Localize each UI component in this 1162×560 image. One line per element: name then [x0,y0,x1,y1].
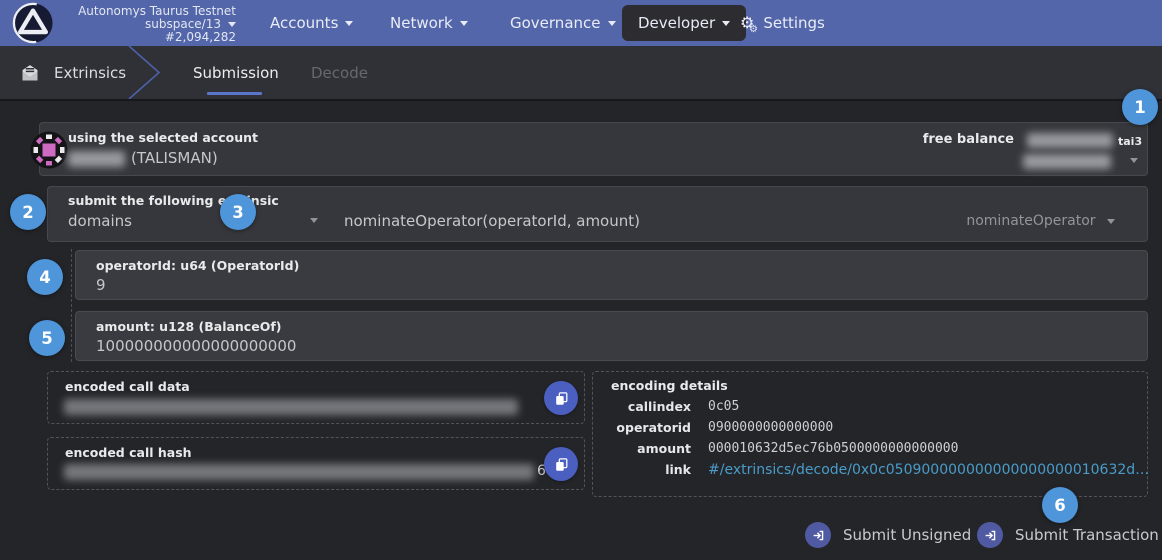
menu-governance[interactable]: Governance [510,0,616,46]
top-nav: Autonomys Taurus Testnet subspace/13 #2,… [0,0,1162,46]
detail-key: amount [611,441,691,456]
encoded-call-hash-label: encoded call hash [65,445,192,460]
encoded-call-data-box: encoded call data [47,371,585,424]
encoding-details-title: encoding details [611,378,728,393]
chevron-down-icon [228,22,236,27]
encoding-details-box: encoding details callindex 0c05 operator… [592,371,1148,497]
chevron-down-icon [345,21,353,26]
account-label: using the selected account [68,130,258,145]
param-operatorid-label: operatorId: u64 (OperatorId) [96,258,299,273]
free-balance-value-redacted [1027,133,1113,148]
annotation-step-4: 4 [27,259,63,295]
detail-value: 0c05 [708,399,739,414]
detail-row-operatorid: operatorid 0900000000000000 [593,420,1147,438]
menu-settings[interactable]: ⚙⚙ Settings [740,0,825,46]
tab-decode-label: Decode [311,64,368,82]
envelope-open-icon [20,63,40,83]
balance-unit: tai3 [1118,135,1142,148]
tab-submission-label: Submission [193,64,279,82]
detail-row-link: link #/extrinsics/decode/0x0c05090000000… [593,462,1147,480]
copy-call-hash-button[interactable] [544,447,578,481]
section-title: Extrinsics [20,46,126,99]
menu-governance-label: Governance [510,14,601,32]
extrinsics-submission-page: Autonomys Taurus Testnet subspace/13 #2,… [0,0,1162,560]
chevron-down-icon [722,21,730,26]
detail-value: 0900000000000000 [708,420,833,435]
account-name-redacted [68,151,125,167]
encoded-call-hash-redacted [64,464,534,480]
section-select[interactable]: domains [68,212,132,230]
gear-icon: ⚙⚙ [740,15,754,31]
section-select-chevron-icon[interactable] [310,218,318,223]
detail-value: 000010632d5ec76b0500000000000000 [708,441,958,456]
tab-bar: Extrinsics Submission Decode [0,46,1162,101]
menu-accounts[interactable]: Accounts [270,0,353,46]
sign-in-icon [805,522,831,548]
menu-network-label: Network [390,14,453,32]
param-amount-value: 100000000000000000000 [96,337,296,355]
menu-accounts-label: Accounts [270,14,338,32]
encoded-call-data-redacted [64,399,518,415]
annotation-step-6: 6 [1042,487,1078,523]
encoded-call-hash-box: encoded call hash 6 [47,437,585,490]
param-operatorid-value: 9 [96,276,106,294]
submit-unsigned-button[interactable]: Submit Unsigned [805,522,971,548]
chevron-down-icon [1107,219,1115,224]
tab-submission[interactable]: Submission [193,46,279,99]
autonomys-logo-icon[interactable] [12,2,54,44]
account-select-chevron-icon[interactable] [1130,158,1138,163]
param-amount-field[interactable]: amount: u128 (BalanceOf) 100000000000000… [75,311,1148,361]
active-tab-underline [207,92,262,95]
menu-developer-label: Developer [638,14,715,32]
tab-decode[interactable]: Decode [311,46,368,99]
account-card: using the selected account (TALISMAN) fr… [39,122,1148,176]
param-amount-label: amount: u128 (BalanceOf) [96,319,281,334]
account-name-suffix: (TALISMAN) [131,149,218,167]
detail-row-amount: amount 000010632d5ec76b0500000000000000 [593,441,1147,459]
submit-transaction-label: Submit Transaction [1015,526,1159,544]
copy-icon [554,391,569,406]
chevron-down-icon [460,21,468,26]
menu-network[interactable]: Network [390,0,468,46]
chain-selector[interactable]: Autonomys Taurus Testnet subspace/13 #2,… [66,5,236,44]
copy-icon [554,457,569,472]
block-number: #2,094,282 [66,31,236,44]
submit-unsigned-label: Submit Unsigned [843,526,971,544]
method-select[interactable]: nominateOperator(operatorId, amount) [344,212,640,230]
section-title-label: Extrinsics [54,64,126,82]
menu-developer[interactable]: Developer [622,5,746,41]
account-select-value-redacted [1023,154,1111,169]
annotation-step-2: 2 [10,194,46,230]
detail-key: link [611,462,691,477]
decode-link[interactable]: #/extrinsics/decode/0x0c0509000000000000… [708,462,1149,478]
param-operatorid-field[interactable]: operatorId: u64 (OperatorId) 9 [75,250,1148,300]
params-guide-line [71,249,72,362]
annotation-step-3: 3 [220,194,256,230]
submit-transaction-button[interactable]: Submit Transaction [977,522,1159,548]
breadcrumb-chevron-icon [126,46,162,103]
detail-key: callindex [611,399,691,414]
detail-key: operatorid [611,420,691,435]
menu-settings-label: Settings [763,14,825,32]
detail-row-callindex: callindex 0c05 [593,399,1147,417]
extrinsic-card: submit the following extrinsic domains n… [47,186,1148,242]
chevron-down-icon [608,21,616,26]
free-balance-label: free balance [900,132,1014,147]
encoded-call-data-label: encoded call data [65,379,190,394]
copy-call-data-button[interactable] [544,381,578,415]
annotation-step-5: 5 [29,320,65,356]
sign-in-icon [977,522,1003,548]
account-identicon[interactable] [30,131,68,169]
annotation-step-1: 1 [1122,89,1158,125]
method-quick-select-label: nominateOperator [966,213,1095,229]
method-quick-select[interactable]: nominateOperator [966,213,1115,229]
